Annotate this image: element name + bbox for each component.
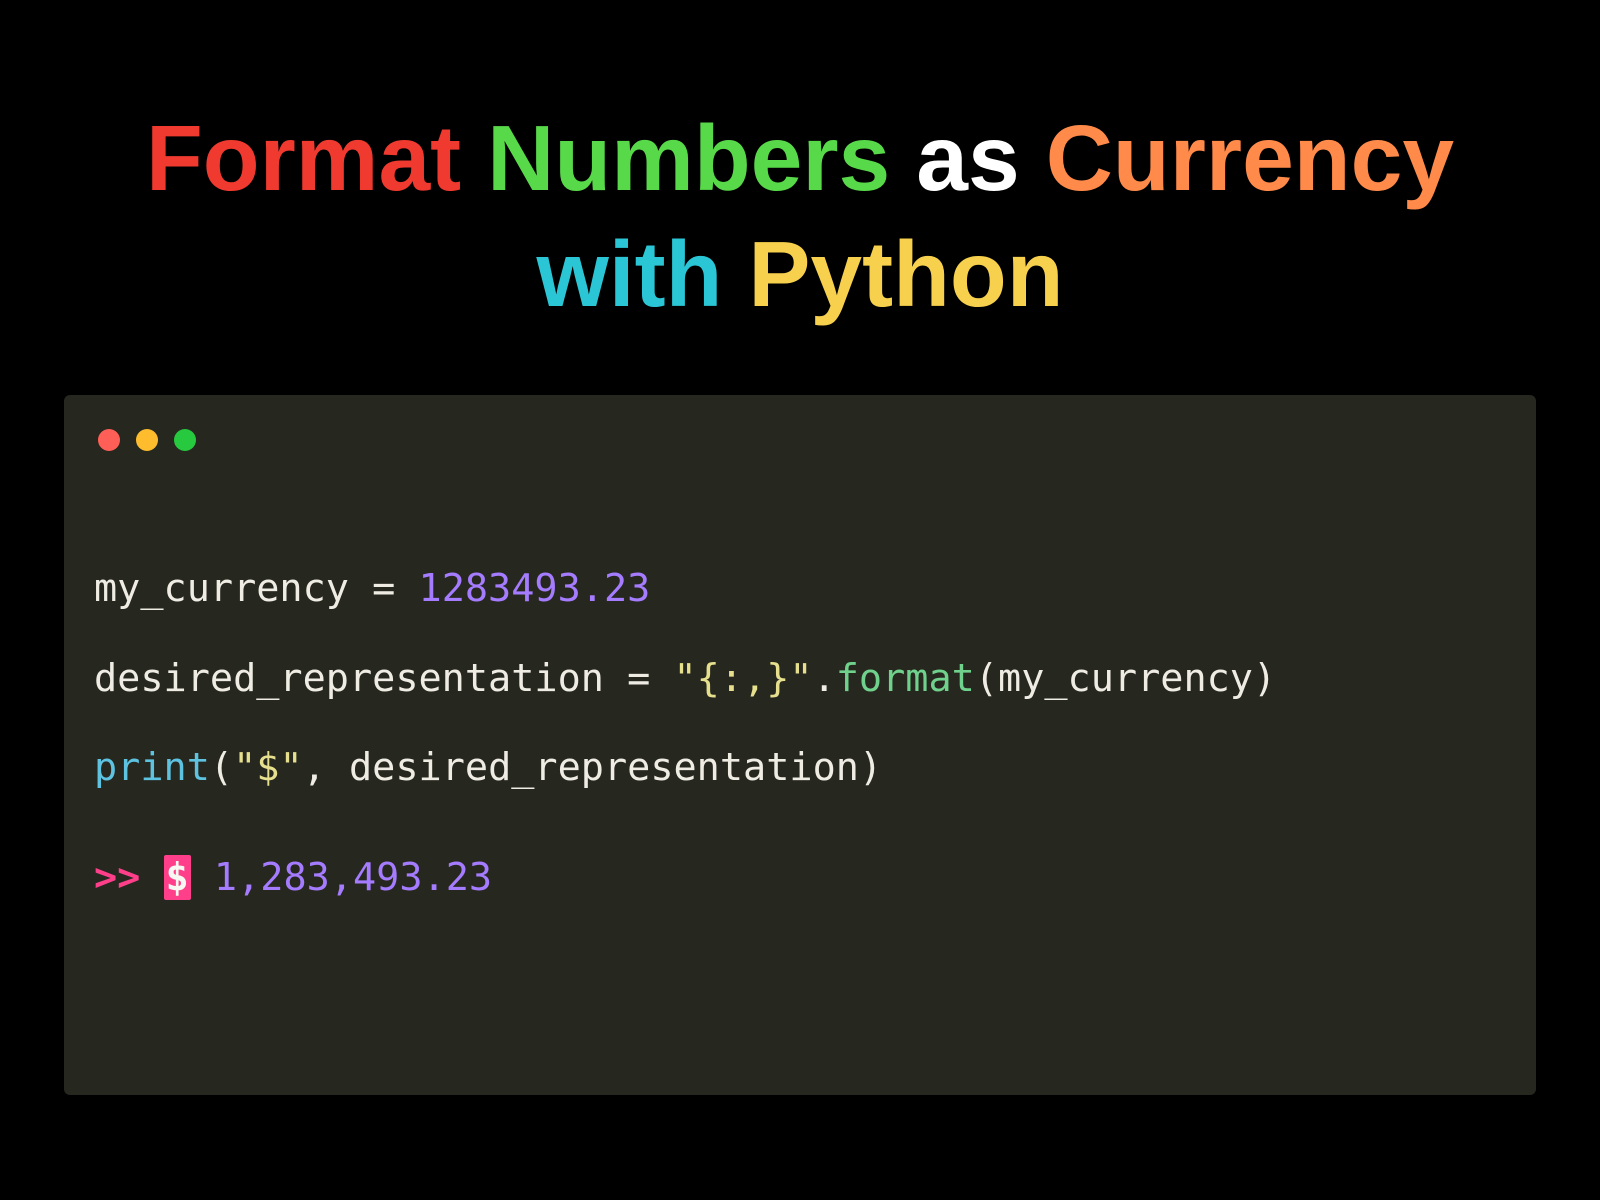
title-word-as: as <box>916 100 1019 216</box>
code-output-line: >> $ 1,283,493.23 <box>94 855 1506 900</box>
title-word-currency: Currency <box>1046 100 1454 216</box>
title-word-with: with <box>536 216 722 332</box>
minimize-icon[interactable] <box>136 429 158 451</box>
code-line-1: my_currency = 1283493.23 <box>94 566 1506 611</box>
title-word-numbers: Numbers <box>487 100 890 216</box>
close-icon[interactable] <box>98 429 120 451</box>
code-line-2: desired_representation = "{:,}".format(m… <box>94 656 1506 701</box>
output-value: 1,283,493.23 <box>214 855 492 900</box>
title-word-format: Format <box>146 100 461 216</box>
output-prompt: >> <box>94 855 164 900</box>
code-block: my_currency = 1283493.23 desired_represen… <box>94 521 1506 991</box>
code-editor-window: my_currency = 1283493.23 desired_represen… <box>64 395 1536 1095</box>
dollar-sign-icon: $ <box>164 855 191 900</box>
window-controls <box>94 423 1506 451</box>
title-word-python: Python <box>748 216 1063 332</box>
code-line-3: print("$", desired_representation) <box>94 745 1506 790</box>
zoom-icon[interactable] <box>174 429 196 451</box>
page-title: FormatNumbersasCurrency withPython <box>0 0 1600 333</box>
